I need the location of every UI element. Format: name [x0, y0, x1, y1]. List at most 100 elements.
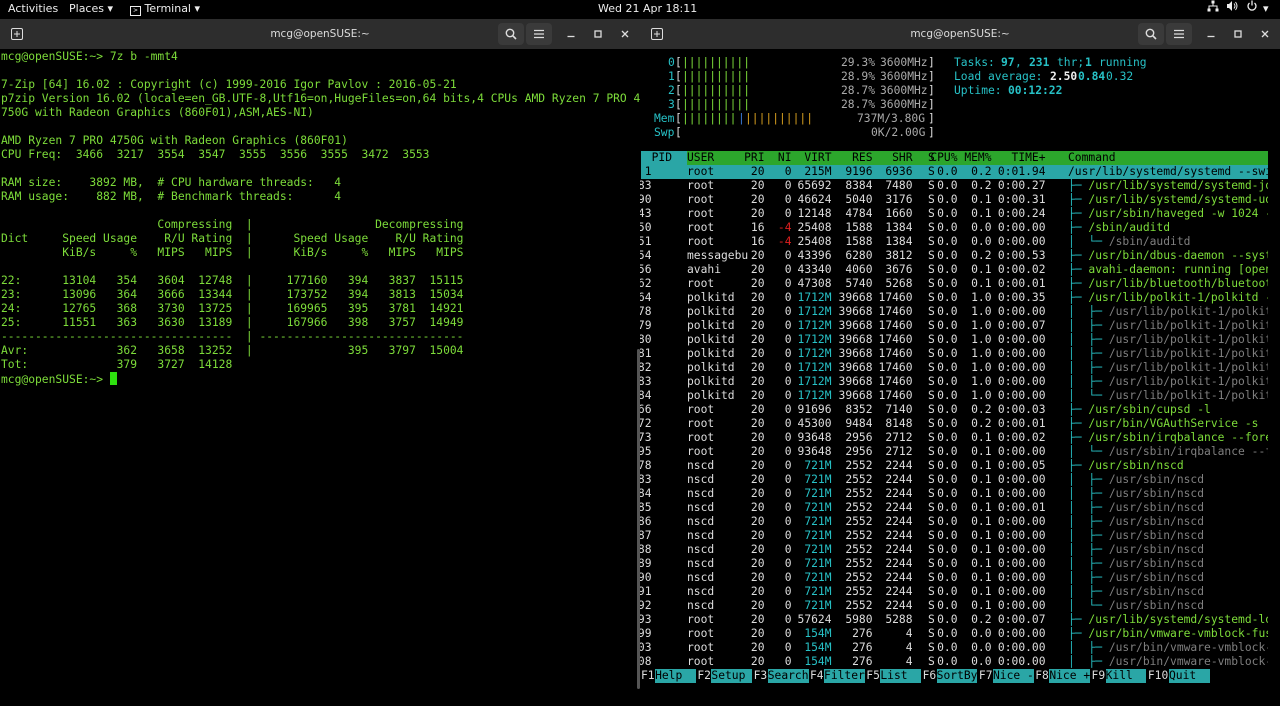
- process-virt: 1712M: [797, 347, 832, 360]
- hamburger-menu-button[interactable]: [526, 23, 552, 45]
- system-menu-chevron-icon[interactable]: ▾: [1263, 0, 1269, 18]
- fkey-f1[interactable]: F1: [641, 669, 655, 683]
- fkey-f3[interactable]: F3: [754, 669, 768, 683]
- process-row[interactable]: 978 nscd 20 0 721M 2552 2244 S0.0 0.1 0:00.05 ├─ /…: [640, 459, 1268, 473]
- process-row[interactable]: 1081 polkitd 20 0 1712M 39668 17460 S0.0 1.0 0:00…: [640, 347, 1268, 361]
- process-row[interactable]: 987 nscd 20 0 721M 2552 2244 S0.0 0.1 0:00.00 │ ├─…: [640, 529, 1268, 543]
- fkey-f8[interactable]: F8: [1035, 669, 1049, 683]
- minimize-button[interactable]: [1198, 23, 1224, 45]
- process-command-cell: │ ├─ /usr/lib/polkit-1/polkit: [1068, 305, 1268, 319]
- process-row[interactable]: 972 root 20 0 45300 9484 8148 S0.0 0.2 0:00.01 ├─ …: [640, 417, 1268, 431]
- column-header-ni[interactable]: NI: [778, 151, 792, 165]
- hamburger-menu-button[interactable]: [1166, 23, 1192, 45]
- column-header-pri[interactable]: PRI: [744, 151, 764, 165]
- process-row[interactable]: 973 root 20 0 93648 2956 2712 S0.0 0.1 0:00.02 ├─ …: [640, 431, 1268, 445]
- maximize-button[interactable]: [1225, 23, 1251, 45]
- process-row[interactable]: 1080 polkitd 20 0 1712M 39668 17460 S0.0 1.0 0:00…: [640, 333, 1268, 347]
- chevron-down-icon: ▾: [194, 2, 201, 15]
- process-row[interactable]: 956 avahi 20 0 43340 4060 3676 S0.0 0.1 0:00.02 ├─…: [640, 263, 1268, 277]
- process-row[interactable]: 995 root 20 0 93648 2956 2712 S0.0 0.1 0:00.00 │ └…: [640, 445, 1268, 459]
- close-button[interactable]: [612, 23, 638, 45]
- fkey-label[interactable]: Help: [655, 669, 696, 683]
- fkey-f5[interactable]: F5: [866, 669, 880, 683]
- process-command: /usr/sbin/nscd: [1108, 487, 1205, 500]
- process-row[interactable]: 992 nscd 20 0 721M 2552 2244 S0.0 0.1 0:00.00 │ └─…: [640, 599, 1268, 613]
- process-cpu-pct: 0.0: [937, 207, 958, 220]
- fkey-label[interactable]: List: [880, 669, 922, 683]
- column-header-mem[interactable]: MEM%: [964, 151, 991, 165]
- places-menu[interactable]: Places ▾: [69, 0, 113, 18]
- process-row[interactable]: 1082 polkitd 20 0 1712M 39668 17460 S0.0 1.0 0:00…: [640, 361, 1268, 375]
- search-button[interactable]: [1138, 23, 1164, 45]
- process-row[interactable]: 990 nscd 20 0 721M 2552 2244 S0.0 0.1 0:00.00 │ ├─…: [640, 571, 1268, 585]
- fkey-f7[interactable]: F7: [979, 669, 993, 683]
- fkey-f9[interactable]: F9: [1092, 669, 1106, 683]
- column-header-res[interactable]: RES: [852, 151, 872, 165]
- column-header-cmd[interactable]: Command: [1068, 151, 1116, 165]
- process-row[interactable]: 962 root 20 0 47308 5740 5268 S0.0 0.1 0:00.01 ├─ …: [640, 277, 1268, 291]
- fkey-f4[interactable]: F4: [810, 669, 824, 683]
- terminal-output[interactable]: mcg@openSUSE:~> 7z b -mmt4 7-Zip [64] 16.…: [1, 50, 640, 706]
- column-header-user[interactable]: USER: [687, 151, 714, 165]
- process-row[interactable]: 989 nscd 20 0 721M 2552 2244 S0.0 0.1 0:00.00 │ ├─…: [640, 557, 1268, 571]
- power-icon[interactable]: [1246, 0, 1258, 18]
- column-header-cpu[interactable]: CPU%: [930, 151, 957, 165]
- process-row[interactable]: 1083 polkitd 20 0 1712M 39668 17460 S0.0 1.0 0:00…: [640, 375, 1268, 389]
- process-row[interactable]: 966 root 20 0 91696 8352 7140 S0.0 0.2 0:00.03 ├─ …: [640, 403, 1268, 417]
- column-header-shr[interactable]: SHR: [892, 151, 912, 165]
- process-row[interactable]: 984 nscd 20 0 721M 2552 2244 S0.0 0.1 0:00.00 │ ├─…: [640, 487, 1268, 501]
- process-row[interactable]: 988 nscd 20 0 721M 2552 2244 S0.0 0.1 0:00.00 │ ├─…: [640, 543, 1268, 557]
- fkey-f6[interactable]: F6: [923, 669, 937, 683]
- fkey-label[interactable]: Kill: [1105, 669, 1147, 683]
- process-res: 8352: [845, 403, 873, 416]
- process-row[interactable]: 1 root 20 0 215M 9196 6936 S 0.0 0.2 0:01.94/usr/l…: [641, 165, 1268, 179]
- terminal-app-menu[interactable]: > Terminal ▾: [130, 0, 200, 18]
- process-nice: 0: [784, 347, 792, 360]
- process-priority: 20: [750, 473, 765, 486]
- column-header-time[interactable]: TIME+: [1012, 151, 1046, 165]
- column-header-pid[interactable]: PID: [652, 151, 672, 165]
- meter-bracket: ]: [928, 84, 935, 97]
- process-row[interactable]: 483 root 20 0 65692 8384 7480 S0.0 0.2 0:00.27 ├─ …: [640, 179, 1268, 193]
- fkey-f10[interactable]: F10: [1148, 669, 1168, 683]
- process-res: 276: [852, 655, 873, 668]
- process-row[interactable]: 1003root200154M2764S0.00.00:00.00│ ├─ /u…: [640, 641, 1268, 655]
- process-row[interactable]: 993 root 20 0 57624 5980 5288 S0.0 0.2 0:00.07 ├─ …: [640, 613, 1268, 627]
- process-row[interactable]: 986 nscd 20 0 721M 2552 2244 S0.0 0.1 0:00.00 │ ├─…: [640, 515, 1268, 529]
- process-row[interactable]: 651root16-42540815881384S0.00.00:00.00│ …: [640, 235, 1268, 249]
- htop-screen[interactable]: 0[|||||||||| 29.3% 3600MHz] 1[|||||||||| 28.…: [640, 56, 1280, 706]
- fkey-label[interactable]: Quit: [1169, 669, 1210, 683]
- fkey-label[interactable]: Filter: [824, 669, 865, 683]
- volume-icon[interactable]: [1226, 0, 1238, 18]
- fkey-label[interactable]: SortBy: [936, 669, 978, 683]
- process-row[interactable]: 991 nscd 20 0 721M 2552 2244 S0.0 0.1 0:00.00 │ ├─…: [640, 585, 1268, 599]
- process-row[interactable]: 954 messagebu20 0 43396 6280 3812 S0.0 0.2 0:00.…: [640, 249, 1268, 263]
- clock[interactable]: Wed 21 Apr 18:11: [598, 0, 697, 18]
- search-button[interactable]: [498, 23, 524, 45]
- column-header-virt[interactable]: VIRT: [804, 151, 831, 165]
- process-row[interactable]: 964 polkitd 20 0 1712M 39668 17460 S0.0 1.0 0:00.…: [640, 291, 1268, 305]
- fkey-f2[interactable]: F2: [697, 669, 711, 683]
- process-row[interactable]: 985 nscd 20 0 721M 2552 2244 S0.0 0.1 0:00.01 │ ├─…: [640, 501, 1268, 515]
- process-nice: -4: [777, 221, 792, 234]
- minimize-button[interactable]: [558, 23, 584, 45]
- process-row[interactable]: 1008root200154M2764S0.00.00:00.00│ ├─ /u…: [640, 655, 1268, 669]
- maximize-button[interactable]: [585, 23, 611, 45]
- process-row[interactable]: 490 root 20 0 46624 5040 3176 S0.0 0.1 0:00.31 ├─ …: [640, 193, 1268, 207]
- fkey-label[interactable]: Search: [767, 669, 809, 683]
- process-shr: 7140: [885, 403, 913, 416]
- process-row[interactable]: 1079 polkitd 20 0 1712M 39668 17460 S0.0 1.0 0:00…: [640, 319, 1268, 333]
- process-row[interactable]: 983 nscd 20 0 721M 2552 2244 S0.0 0.1 0:00.00 │ ├─…: [640, 473, 1268, 487]
- process-row[interactable]: 1078 polkitd 20 0 1712M 39668 17460 S0.0 1.0 0:00…: [640, 305, 1268, 319]
- fkey-label[interactable]: Nice -: [993, 669, 1034, 683]
- fkey-label[interactable]: Setup: [711, 669, 753, 683]
- network-icon[interactable]: [1207, 0, 1219, 18]
- process-row[interactable]: 543 root 20 0 12148 4784 1660 S0.0 0.1 0:00.24 ├─ …: [640, 207, 1268, 221]
- process-cpu-pct: 0.0: [937, 277, 958, 290]
- process-row[interactable]: 999root200154M2764S0.00.00:00.00├─ /usr/…: [640, 627, 1268, 641]
- fkey-label[interactable]: Nice +: [1049, 669, 1091, 683]
- process-row[interactable]: 1084 polkitd 20 0 1712M 39668 17460 S0.0 1.0 0:00…: [640, 389, 1268, 403]
- process-row[interactable]: 650root16-42540815881384S0.00.00:00.00├─…: [640, 221, 1268, 235]
- activities-button[interactable]: Activities: [8, 0, 58, 18]
- close-button[interactable]: [1252, 23, 1278, 45]
